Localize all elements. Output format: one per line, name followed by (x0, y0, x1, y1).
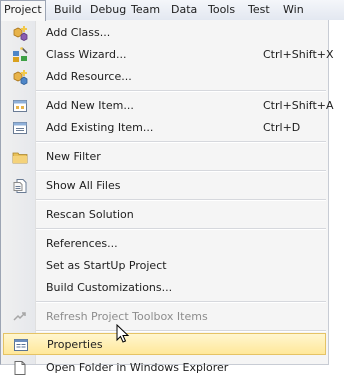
menu-item-add-new-item[interactable]: Add New Item... Ctrl+Shift+A (1, 95, 334, 117)
menu-item-label: Properties (47, 338, 103, 351)
menu-item-new-filter[interactable]: New Filter (1, 146, 328, 168)
menu-team[interactable]: Team (128, 0, 163, 20)
existing-item-icon (12, 120, 28, 136)
menu-separator (36, 170, 326, 172)
menu-item-open-folder-explorer[interactable]: Open Folder in Windows Explorer (1, 357, 328, 379)
shortcut-text: Ctrl+Shift+A (263, 99, 334, 112)
menu-item-label: New Filter (46, 150, 101, 163)
menu-item-class-wizard[interactable]: Class Wizard... Ctrl+Shift+X (1, 44, 334, 66)
menu-item-references[interactable]: References... (1, 233, 328, 255)
menu-item-label: Build Customizations... (46, 281, 173, 294)
menu-item-label: Show All Files (46, 179, 121, 192)
menu-separator (36, 199, 326, 201)
menu-item-label: Rescan Solution (46, 208, 134, 221)
menu-item-add-existing-item[interactable]: Add Existing Item... Ctrl+D (1, 117, 328, 139)
menu-project[interactable]: Project (0, 0, 46, 21)
menu-item-show-all-files[interactable]: Show All Files (1, 175, 328, 197)
menu-item-add-class[interactable]: Add Class... (1, 22, 328, 44)
menu-data[interactable]: Data (168, 0, 200, 20)
menu-separator (36, 228, 326, 230)
class-wizard-icon (12, 47, 28, 63)
menu-item-set-startup-project[interactable]: Set as StartUp Project (1, 255, 328, 277)
mouse-pointer-icon (116, 323, 130, 344)
shortcut-text: Ctrl+D (263, 121, 301, 134)
add-class-icon (12, 25, 28, 41)
menu-debug[interactable]: Debug (87, 0, 129, 20)
shortcut-text: Ctrl+Shift+X (263, 48, 334, 61)
menu-separator (36, 301, 326, 303)
menu-separator (36, 141, 326, 143)
add-resource-icon (12, 69, 28, 85)
menu-item-label: Open Folder in Windows Explorer (46, 361, 229, 374)
menu-item-label: References... (46, 237, 118, 250)
menu-item-label: Class Wizard... (46, 48, 127, 61)
folder-icon (12, 149, 28, 165)
menu-item-build-customizations[interactable]: Build Customizations... (1, 277, 328, 299)
menu-item-refresh-toolbox: Refresh Project Toolbox Items (1, 306, 328, 328)
menu-separator (36, 330, 326, 332)
menu-item-label: Add Class... (46, 26, 111, 39)
refresh-toolbox-icon (12, 309, 28, 325)
menu-item-properties[interactable]: Properties (3, 333, 326, 355)
menu-item-label: Add Existing Item... (46, 121, 154, 134)
new-item-icon (12, 98, 28, 114)
show-all-files-icon (12, 178, 28, 194)
properties-icon (13, 337, 29, 353)
menu-build[interactable]: Build (51, 0, 85, 20)
menu-test[interactable]: Test (245, 0, 273, 20)
menu-bar: Project Build Debug Team Data Tools Test… (0, 0, 344, 21)
menu-separator (36, 90, 326, 92)
menu-item-label: Add New Item... (46, 99, 134, 112)
menu-tools[interactable]: Tools (205, 0, 238, 20)
menu-item-add-resource[interactable]: Add Resource... (1, 66, 328, 88)
menu-item-label: Add Resource... (46, 70, 132, 83)
project-dropdown-menu: Add Class... Class Wizard... Ctrl+Shift+… (0, 20, 334, 375)
menu-window[interactable]: Win (280, 0, 307, 20)
menu-item-rescan-solution[interactable]: Rescan Solution (1, 204, 328, 226)
menu-item-label: Set as StartUp Project (46, 259, 167, 272)
open-folder-icon (12, 360, 28, 376)
